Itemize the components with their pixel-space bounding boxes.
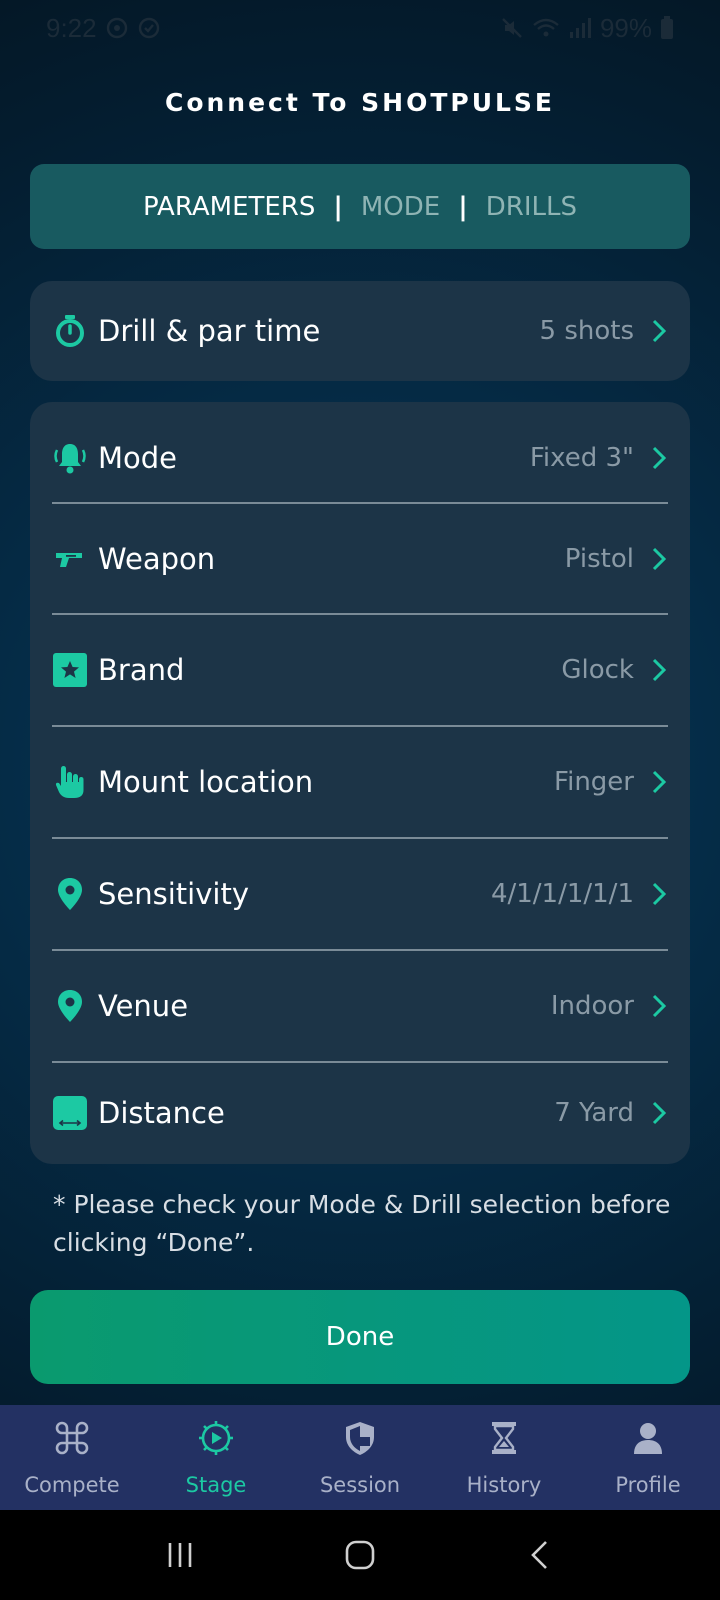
drill-par-time-row[interactable]: Drill & par time 5 shots (52, 281, 668, 381)
whatsapp-icon (105, 16, 129, 40)
tab-bar: PARAMETERS | MODE | DRILLS (30, 164, 690, 249)
battery-percent: 99% (599, 12, 652, 43)
chevron-right-icon (650, 881, 668, 907)
stage-icon (197, 1419, 235, 1457)
status-time: 9:22 (46, 12, 97, 43)
mount-location-value: Finger (554, 767, 634, 797)
distance-row[interactable]: Distance 7 Yard (52, 1062, 668, 1164)
brand-label: Brand (98, 653, 185, 687)
chevron-right-icon (650, 769, 668, 795)
nav-label: Session (319, 1473, 401, 1497)
venue-value: Indoor (550, 991, 634, 1021)
location-pin-icon (52, 876, 88, 912)
sensitivity-value: 4/1/1/1/1/1 (490, 879, 634, 909)
nav-session[interactable]: Session (288, 1405, 432, 1510)
status-left: 9:22 (46, 13, 161, 44)
star-badge-icon (52, 652, 88, 688)
chevron-right-icon (650, 445, 668, 471)
chevron-right-icon (650, 546, 668, 572)
nav-compete[interactable]: Compete (0, 1405, 144, 1510)
weapon-label: Weapon (98, 542, 216, 576)
sensitivity-row[interactable]: Sensitivity 4/1/1/1/1/1 (52, 838, 668, 950)
bottom-nav: Compete Stage Session History Profile (0, 1405, 720, 1510)
chevron-right-icon (650, 1100, 668, 1126)
tab-separator: | (333, 191, 343, 222)
hand-icon (52, 764, 88, 800)
weapon-row[interactable]: Weapon Pistol (52, 503, 668, 615)
mode-row[interactable]: Mode Fixed 3" (52, 402, 668, 514)
venue-row[interactable]: Venue Indoor (52, 950, 668, 1062)
chevron-right-icon (650, 993, 668, 1019)
pistol-icon (52, 541, 88, 577)
sensitivity-label: Sensitivity (98, 877, 249, 911)
brand-row[interactable]: Brand Glock (52, 614, 668, 726)
nav-profile[interactable]: Profile (576, 1405, 720, 1510)
drill-card: Drill & par time 5 shots (30, 281, 690, 381)
stopwatch-icon (52, 313, 88, 349)
command-icon (53, 1419, 91, 1457)
shield-icon (341, 1419, 379, 1457)
distance-icon (52, 1095, 88, 1131)
weapon-value: Pistol (564, 544, 634, 574)
wifi-icon (532, 16, 560, 40)
nav-label: Profile (615, 1473, 681, 1497)
page-title: Connect To SHOTPULSE (164, 88, 556, 117)
mute-icon (500, 16, 524, 40)
battery-icon (660, 16, 674, 40)
mode-label: Mode (98, 441, 178, 475)
tab-drills[interactable]: DRILLS (486, 192, 577, 222)
tab-parameters[interactable]: PARAMETERS (143, 192, 315, 222)
home-icon[interactable] (340, 1535, 380, 1575)
mount-location-label: Mount location (98, 765, 314, 799)
mount-location-row[interactable]: Mount location Finger (52, 726, 668, 838)
sync-icon (137, 16, 161, 40)
chevron-right-icon (650, 657, 668, 683)
distance-label: Distance (98, 1096, 225, 1130)
nav-label: Compete (24, 1473, 120, 1497)
hourglass-icon (485, 1419, 523, 1457)
bell-icon (52, 440, 88, 476)
status-bar: 9:22 99% (0, 0, 720, 56)
recent-apps-icon[interactable] (160, 1535, 200, 1575)
person-icon (629, 1419, 667, 1457)
distance-value: 7 Yard (554, 1098, 634, 1128)
venue-label: Venue (98, 989, 189, 1023)
done-button[interactable]: Done (30, 1290, 690, 1384)
signal-icon (568, 16, 592, 40)
system-nav-bar (0, 1510, 720, 1600)
status-right: 99% (500, 13, 674, 44)
selection-note: * Please check your Mode & Drill selecti… (53, 1190, 671, 1257)
back-icon[interactable] (520, 1535, 560, 1575)
drill-par-time-label: Drill & par time (98, 314, 321, 348)
nav-stage[interactable]: Stage (144, 1405, 288, 1510)
mode-value: Fixed 3" (529, 443, 634, 473)
tab-mode[interactable]: MODE (361, 192, 440, 222)
settings-card: Mode Fixed 3" Weapon Pistol Brand Glock (30, 402, 690, 1164)
nav-label: Stage (185, 1473, 247, 1497)
nav-label: History (466, 1473, 542, 1497)
tab-separator: | (458, 191, 468, 222)
location-pin-icon (52, 988, 88, 1024)
nav-history[interactable]: History (432, 1405, 576, 1510)
chevron-right-icon (650, 318, 668, 344)
brand-value: Glock (561, 655, 634, 685)
drill-par-time-value: 5 shots (539, 316, 634, 346)
